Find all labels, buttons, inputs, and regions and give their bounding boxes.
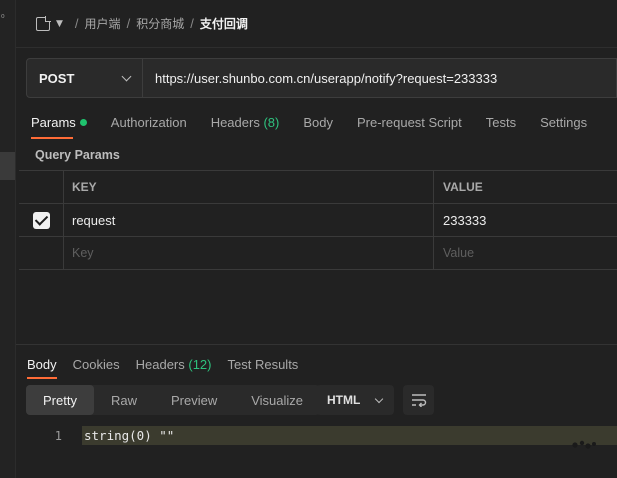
tab-body[interactable]: Body <box>303 115 333 130</box>
url-bar: POST <box>26 58 617 98</box>
param-key-cell[interactable]: request <box>64 204 434 236</box>
param-value: 233333 <box>443 212 487 228</box>
new-value-field[interactable]: Value <box>434 237 617 269</box>
view-raw-button[interactable]: Raw <box>94 385 154 415</box>
chevron-down-icon[interactable]: ▼ <box>56 19 63 29</box>
breadcrumb-separator: / <box>74 16 79 31</box>
breadcrumb-item-points-mall[interactable]: 积分商城 <box>136 15 184 32</box>
response-divider[interactable] <box>16 344 617 345</box>
headers-count: (8) <box>263 114 280 130</box>
tab-label: Headers <box>135 356 185 372</box>
params-table: KEY VALUE request 233333 Key Value <box>19 170 617 270</box>
chevron-down-icon <box>374 394 384 403</box>
tab-headers[interactable]: Headers (8) <box>211 115 280 130</box>
param-enabled-checkbox[interactable] <box>32 211 50 229</box>
breadcrumb: ▼ / 用户端 / 积分商城 / 支付回调 <box>16 0 617 48</box>
line-number: 1 <box>54 428 62 443</box>
tab-cookies[interactable]: Cookies <box>73 357 120 372</box>
view-pretty-button[interactable]: Pretty <box>26 385 94 415</box>
query-params-title: Query Params <box>35 148 120 162</box>
request-tabs: Params Authorization Headers (8) Body Pr… <box>31 106 617 139</box>
tab-settings[interactable]: Settings <box>540 115 587 130</box>
format-label: HTML <box>327 393 361 407</box>
url-input[interactable] <box>143 58 617 98</box>
table-header: KEY VALUE <box>19 171 617 204</box>
view-preview-button[interactable]: Preview <box>154 385 234 415</box>
tab-pre-request-script[interactable]: Pre-request Script <box>357 115 462 130</box>
table-row: request 233333 <box>19 204 617 237</box>
new-key-field[interactable]: Key <box>64 237 434 269</box>
tab-params[interactable]: Params <box>31 114 87 139</box>
param-value-cell[interactable]: 233333 <box>434 204 617 236</box>
tab-authorization[interactable]: Authorization <box>111 115 187 130</box>
tab-response-body[interactable]: Body <box>27 357 57 379</box>
column-key: KEY <box>64 171 434 203</box>
tab-response-headers[interactable]: Headers (12) <box>136 357 212 372</box>
wrap-lines-button[interactable] <box>403 385 434 415</box>
breadcrumb-separator: / <box>190 16 194 31</box>
value-placeholder: Value <box>443 246 475 260</box>
response-code-text[interactable]: string(0) "" <box>82 426 617 445</box>
wrap-lines-icon <box>411 394 426 407</box>
document-icon <box>36 16 51 31</box>
method-label: POST <box>39 70 75 86</box>
method-select[interactable]: POST <box>26 58 143 98</box>
watermark-icon <box>572 440 596 449</box>
view-mode-group: Pretty Raw Preview Visualize <box>26 385 321 415</box>
tab-label: Headers <box>210 114 260 130</box>
column-value: VALUE <box>443 180 483 194</box>
param-key: request <box>72 212 116 228</box>
tab-tests[interactable]: Tests <box>486 115 516 130</box>
active-params-dot-icon <box>79 118 87 126</box>
format-select[interactable]: HTML <box>316 385 394 415</box>
sidebar-edge: ⁰ <box>0 0 16 478</box>
request-name[interactable]: 支付回调 <box>200 15 248 32</box>
response-code-line: 1 string(0) "" <box>16 426 617 445</box>
breadcrumb-separator: / <box>126 16 131 31</box>
tab-test-results[interactable]: Test Results <box>228 357 299 372</box>
chevron-down-icon <box>121 71 132 81</box>
tab-label: Params <box>31 114 76 130</box>
response-headers-count: (12) <box>188 356 212 372</box>
key-placeholder: Key <box>72 246 94 260</box>
table-row-empty: Key Value <box>19 237 617 270</box>
sidebar-selected-item[interactable] <box>0 152 15 180</box>
sidebar-edge-glyph: ⁰ <box>1 14 5 24</box>
breadcrumb-item-user-end[interactable]: 用户端 <box>85 15 121 32</box>
response-tabs: Body Cookies Headers (12) Test Results <box>27 352 617 379</box>
view-visualize-button[interactable]: Visualize <box>234 385 320 415</box>
